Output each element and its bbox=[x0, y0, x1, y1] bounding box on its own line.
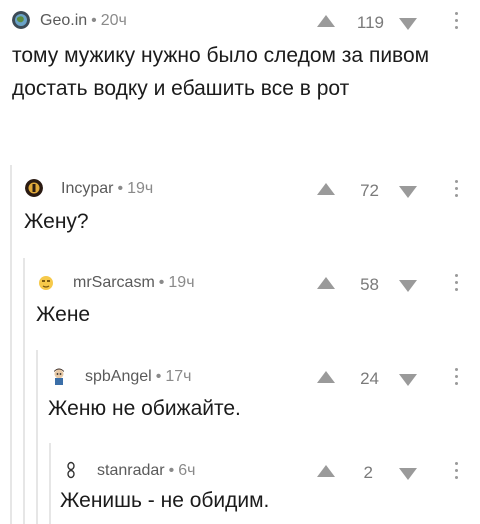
more-options-icon[interactable] bbox=[455, 462, 459, 483]
comment: Incypar • 19ч 72 Жену? bbox=[0, 174, 480, 244]
comment: spbAngel • 17ч 24 Женю не обижайте. bbox=[0, 362, 480, 432]
chain-avatar-icon[interactable] bbox=[62, 461, 80, 479]
author-link[interactable]: mrSarcasm bbox=[73, 274, 155, 291]
emoji-avatar-icon[interactable] bbox=[37, 273, 55, 291]
comment-score: 2 bbox=[363, 463, 373, 482]
comment-text: Женишь - не обидим. bbox=[60, 489, 270, 512]
comment-time: 19ч bbox=[127, 180, 154, 197]
more-options-icon[interactable] bbox=[455, 274, 459, 295]
upvote-icon[interactable] bbox=[317, 371, 335, 383]
author-link[interactable]: Geo.in bbox=[40, 12, 87, 29]
comment-time: 20ч bbox=[100, 12, 127, 29]
badge-avatar-icon[interactable] bbox=[25, 179, 43, 197]
upvote-icon[interactable] bbox=[317, 15, 335, 27]
comment-header: stanradar • 6ч 2 bbox=[0, 456, 480, 482]
comment-score: 119 bbox=[356, 13, 384, 32]
comment-text: Жене bbox=[36, 303, 91, 326]
globe-avatar-icon[interactable] bbox=[12, 11, 30, 29]
comment-text: Женю не обижайте. bbox=[48, 397, 241, 420]
comment-time: 17ч bbox=[165, 368, 192, 385]
comment-meta: spbAngel • 17ч bbox=[85, 368, 191, 386]
comment-text: Жену? bbox=[24, 210, 89, 233]
author-link[interactable]: Incypar bbox=[61, 180, 113, 197]
comment-score: 24 bbox=[360, 369, 379, 388]
downvote-icon[interactable] bbox=[399, 374, 417, 386]
comment-score: 72 bbox=[360, 181, 379, 200]
comment-text: тому мужику нужно было следом за пивом д… bbox=[12, 44, 430, 100]
comment-header: spbAngel • 17ч 24 bbox=[0, 362, 480, 388]
comment-time: 6ч bbox=[178, 462, 196, 479]
comment: stanradar • 6ч 2 Женишь - не обидим. bbox=[0, 456, 480, 524]
downvote-icon[interactable] bbox=[399, 186, 417, 198]
author-link[interactable]: spbAngel bbox=[85, 368, 152, 385]
upvote-icon[interactable] bbox=[317, 277, 335, 289]
meta-separator: • bbox=[91, 12, 97, 29]
comment-meta: mrSarcasm • 19ч bbox=[73, 274, 195, 292]
meta-separator: • bbox=[168, 462, 175, 479]
more-options-icon[interactable] bbox=[455, 12, 459, 33]
downvote-icon[interactable] bbox=[399, 468, 417, 480]
meta-separator: • bbox=[155, 368, 162, 385]
meta-separator: • bbox=[158, 274, 165, 291]
comment-header: mrSarcasm • 19ч 58 bbox=[0, 268, 480, 294]
comment-header: Incypar • 19ч 72 bbox=[0, 174, 480, 200]
comment-header: Geo.in • 20ч 119 bbox=[0, 6, 480, 32]
upvote-icon[interactable] bbox=[317, 183, 335, 195]
comment-score: 58 bbox=[360, 275, 379, 294]
comment: Geo.in • 20ч 119 тому мужику нужно было сл… bbox=[0, 6, 480, 146]
downvote-icon[interactable] bbox=[399, 280, 417, 292]
comment-time: 19ч bbox=[168, 274, 195, 291]
character-avatar-icon[interactable] bbox=[50, 367, 68, 385]
comment-meta: Incypar • 19ч bbox=[61, 180, 153, 198]
more-options-icon[interactable] bbox=[455, 180, 459, 201]
more-options-icon[interactable] bbox=[455, 368, 459, 389]
author-link[interactable]: stanradar bbox=[97, 462, 165, 479]
comment-meta: stanradar • 6ч bbox=[97, 462, 195, 480]
downvote-icon[interactable] bbox=[399, 18, 417, 30]
meta-separator: • bbox=[117, 180, 124, 197]
comment-meta: Geo.in • 20ч bbox=[40, 12, 127, 30]
comment: mrSarcasm • 19ч 58 Жене bbox=[0, 268, 480, 338]
